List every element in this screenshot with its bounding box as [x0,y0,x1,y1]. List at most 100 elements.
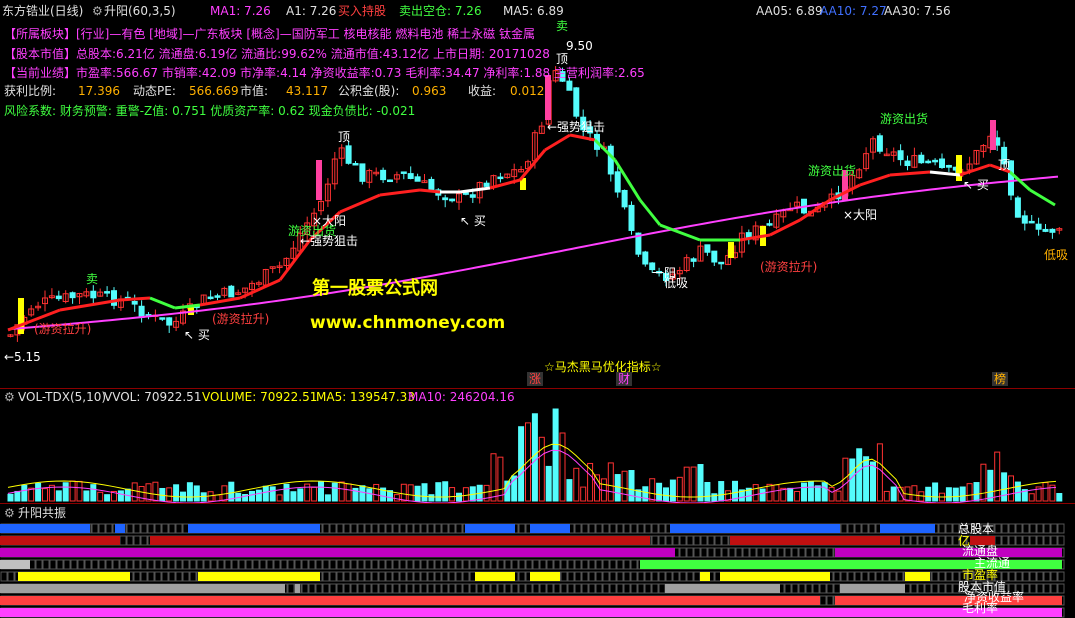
resonance-cell [994,523,1002,534]
resonance-chart[interactable] [0,504,1075,618]
resonance-segment [0,560,30,569]
volume-bar [849,458,856,502]
resonance-cell [385,571,393,582]
candle-body [131,300,138,305]
trend-ma-segment [459,186,491,194]
volume-bar [449,487,456,502]
youzi-up-label: (游资拉升) [212,312,270,326]
resonance-cell [1050,535,1058,546]
resonance-cell [140,535,148,546]
signal-candle [728,242,734,258]
gear-icon[interactable]: ⚙ [4,506,15,520]
resonance-segment [0,596,820,605]
resonance-cell [1022,523,1030,534]
gear-icon[interactable]: ⚙ [4,390,15,404]
resonance-cell [735,547,743,558]
volume-bar [656,482,663,502]
resonance-cell [1029,523,1037,534]
resonance-cell [399,571,407,582]
volume-bar [145,483,152,502]
volume-bar [366,488,373,502]
resonance-cell [483,559,491,570]
volume-bar [545,465,552,502]
resonance-cell [651,523,659,534]
volume-bar [614,474,621,502]
market-value-label: 市值: [240,84,269,98]
volume-bar [214,494,221,502]
finance-marker[interactable]: 财 [616,372,633,386]
resonance-cell [1008,535,1016,546]
volume-bar [442,481,449,502]
resonance-cell [889,571,897,582]
resonance-cell [469,559,477,570]
candle-body [642,251,649,265]
resonance-cell [133,571,141,582]
resonance-cell [406,583,414,594]
candle-body [497,176,504,180]
volume-bar [456,492,462,502]
volume-bar [269,486,276,502]
volume-bar [911,485,918,502]
resonance-cell [392,571,400,582]
resonance-cell [560,583,568,594]
resonance-row [0,607,1065,618]
eps-label: 收益: [468,84,497,98]
indicator-caption: ☆马杰黑马优化指标☆ [544,360,662,374]
resonance-cell [574,523,582,534]
resonance-cell [413,523,421,534]
volume-bar [980,463,987,502]
resonance-cell [924,583,932,594]
resonance-cell [322,583,330,594]
resonance-cell [196,559,204,570]
resonance-cell [378,559,386,570]
volume-bar [324,494,331,502]
volume-bar [117,490,124,502]
resonance-cell [490,559,498,570]
resonance-row [0,547,1065,558]
resonance-cell [525,583,533,594]
resonance-cell [112,559,120,570]
resonance-cell [833,571,841,582]
resonance-cell [609,523,617,534]
ranking-marker[interactable]: 榜 [992,372,1009,386]
resonance-cell [826,583,834,594]
resonance-cell [98,559,106,570]
resonance-cell [1057,535,1065,546]
resonance-cell [945,523,953,534]
resonance-cell [462,559,470,570]
resonance-cell [595,559,603,570]
resonance-cell [882,571,890,582]
trend-ma-segment [859,173,891,187]
candle-body [359,163,366,182]
volume-bar [497,456,504,502]
candle-body [876,135,883,152]
candle-body [69,292,76,299]
resonance-cell [287,583,295,594]
resonance-cell [602,583,610,594]
buy-hold-label: 买入持股 [338,4,387,18]
resonance-cell [399,559,407,570]
resonance-cell [630,571,638,582]
resonance-cell [378,571,386,582]
main-chart-panel[interactable]: 东方锆业(日线) ⚙ 升阳(60,3,5) MA1: 7.26 A1: 7.26… [0,0,1075,388]
top-marker: 顶 [998,158,1011,172]
resonance-panel[interactable]: ⚙ 升阳共振 总股本 亿 流通盘 主流通 市盈率 股本市值 净资收益率 毛利率 [0,503,1075,618]
resonance-cell [1029,535,1037,546]
youzi-out-label: 游资出货 [880,112,929,126]
gear-icon[interactable]: ⚙ [92,4,103,18]
volume-panel[interactable]: ⚙ VOL-TDX(5,10) VVOL: 70922.51 VOLUME: 7… [0,388,1075,504]
trend-ma-segment [339,193,381,214]
candle-body [607,145,614,175]
info-sector: 【所属板块】[行业]—有色 [地域]—广东板块 [概念]—国防军工 核电核能 燃… [4,27,535,41]
resonance-cell [504,559,512,570]
resonance-cell [917,535,925,546]
resonance-cell [427,559,435,570]
resonance-cell [637,571,645,582]
resonance-cell [931,535,939,546]
resonance-cell [448,559,456,570]
rise-marker[interactable]: 涨 [527,372,544,386]
volume-chart[interactable] [0,389,1075,504]
resonance-cell [861,571,869,582]
resonance-cell [1029,583,1037,594]
resonance-cell [182,571,190,582]
